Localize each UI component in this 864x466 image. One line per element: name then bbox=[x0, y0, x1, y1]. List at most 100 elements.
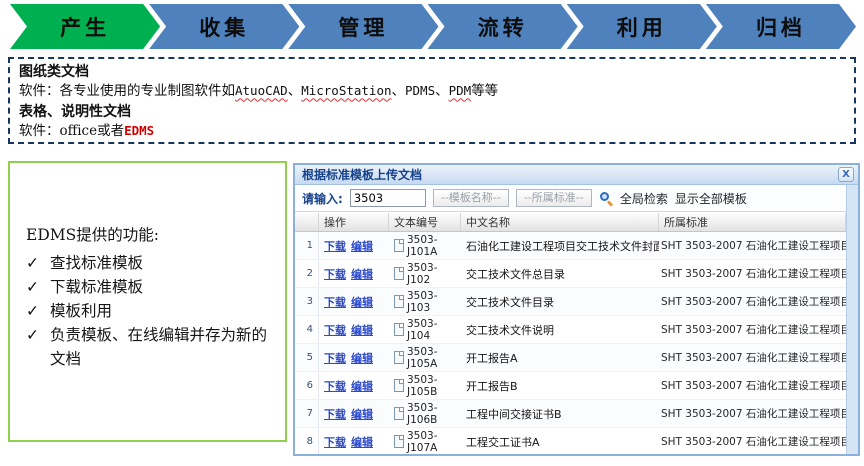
table-header-row: 操作 文本编号 中文名称 所属标准 bbox=[295, 213, 846, 232]
doc-type-heading-tables: 表格、说明性文档 bbox=[19, 102, 845, 122]
row-standard: SHT 3503-2007 石油化工建设工程项目交工… bbox=[659, 406, 846, 421]
row-number: 7 bbox=[295, 400, 319, 427]
download-link[interactable]: 下载 bbox=[324, 378, 346, 394]
edit-link[interactable]: 编辑 bbox=[351, 294, 373, 310]
software-name-pdm: PDM bbox=[449, 83, 472, 98]
template-name-dropdown[interactable]: --模板名称-- bbox=[433, 189, 509, 207]
edms-highlight: EDMS bbox=[124, 123, 154, 138]
edit-link[interactable]: 编辑 bbox=[351, 266, 373, 282]
separator: 、 bbox=[435, 83, 449, 99]
checkmark-icon: ✓ bbox=[26, 323, 50, 371]
edit-link[interactable]: 编辑 bbox=[351, 406, 373, 422]
flow-step-label: 归档 bbox=[756, 12, 806, 42]
dialog-titlebar: 根据标准模板上传文档 X bbox=[295, 165, 858, 185]
row-operations: 下载 编辑 bbox=[319, 294, 389, 310]
row-operations: 下载 编辑 bbox=[319, 238, 389, 254]
download-link[interactable]: 下载 bbox=[324, 350, 346, 366]
doc-code-text: 3503-J105B bbox=[407, 374, 461, 398]
row-number: 2 bbox=[295, 260, 319, 287]
template-table: 操作 文本编号 中文名称 所属标准 1 下载 编辑 3503-J101A 石 bbox=[295, 213, 846, 454]
row-operations: 下载 编辑 bbox=[319, 350, 389, 366]
features-list: ✓ 查找标准模板 ✓ 下载标准模板 ✓ 模板利用 ✓ 负责模板、在线编辑并存为新… bbox=[26, 251, 275, 371]
table-row: 7 下载 编辑 3503-J106B 工程中间交接证书B SHT 3503-20… bbox=[295, 400, 846, 428]
table-body: 1 下载 编辑 3503-J101A 石油化工建设工程项目交工技术文件封面A S… bbox=[295, 232, 846, 454]
row-standard: SHT 3503-2007 石油化工建设工程项目交工… bbox=[659, 238, 846, 253]
row-standard: SHT 3503-2007 石油化工建设工程项目交工… bbox=[659, 378, 846, 393]
feature-item-label: 负责模板、在线编辑并存为新的文档 bbox=[50, 323, 275, 371]
checkmark-icon: ✓ bbox=[26, 299, 50, 323]
header-rownum bbox=[295, 213, 319, 231]
header-chinese-name: 中文名称 bbox=[461, 213, 659, 231]
row-doc-code: 3503-J103 bbox=[389, 290, 461, 314]
search-input-label: 请输入: bbox=[302, 190, 343, 207]
row-chinese-name: 交工技术文件说明 bbox=[461, 322, 659, 338]
feature-item: ✓ 下载标准模板 bbox=[26, 275, 275, 299]
document-icon bbox=[394, 323, 404, 336]
download-link[interactable]: 下载 bbox=[324, 406, 346, 422]
software-name-atuocad: AtuoCAD bbox=[235, 83, 288, 98]
row-chinese-name: 工程交工证书A bbox=[461, 434, 659, 450]
feature-item-label: 模板利用 bbox=[50, 299, 112, 323]
row-number: 6 bbox=[295, 372, 319, 399]
row-doc-code: 3503-J106B bbox=[389, 402, 461, 426]
flow-step-label: 利用 bbox=[617, 12, 667, 42]
row-chinese-name: 交工技术文件总目录 bbox=[461, 266, 659, 282]
doc-code-text: 3503-J104 bbox=[407, 318, 461, 342]
row-standard: SHT 3503-2007 石油化工建设工程项目交工… bbox=[659, 294, 846, 309]
feature-item: ✓ 查找标准模板 bbox=[26, 251, 275, 275]
software-line-prefix: 软件：各专业使用的专业制图软件如 bbox=[19, 83, 235, 99]
document-icon bbox=[394, 267, 404, 280]
flow-step-label: 产生 bbox=[60, 12, 110, 42]
download-link[interactable]: 下载 bbox=[324, 238, 346, 254]
row-number: 5 bbox=[295, 344, 319, 371]
feature-item: ✓ 模板利用 bbox=[26, 299, 275, 323]
edit-link[interactable]: 编辑 bbox=[351, 238, 373, 254]
row-operations: 下载 编辑 bbox=[319, 322, 389, 338]
download-link[interactable]: 下载 bbox=[324, 322, 346, 338]
features-title: EDMS提供的功能: bbox=[26, 223, 275, 245]
upload-template-dialog: 根据标准模板上传文档 X 请输入: --模板名称-- --所属标准-- 全局检索… bbox=[293, 163, 860, 456]
standard-dropdown[interactable]: --所属标准-- bbox=[516, 189, 592, 207]
global-search-button[interactable]: 全局检索 bbox=[620, 190, 668, 207]
row-chinese-name: 开工报告A bbox=[461, 350, 659, 366]
row-number: 3 bbox=[295, 288, 319, 315]
office-line-prefix: 软件：office或者 bbox=[19, 123, 124, 139]
header-operation: 操作 bbox=[319, 213, 389, 231]
search-input[interactable] bbox=[350, 189, 426, 207]
row-doc-code: 3503-J102 bbox=[389, 262, 461, 286]
vertical-scrollbar[interactable] bbox=[846, 185, 858, 454]
search-icon[interactable] bbox=[599, 191, 613, 205]
header-doc-code: 文本编号 bbox=[389, 213, 461, 231]
software-name-microstation: MicroStation bbox=[301, 83, 391, 98]
edit-link[interactable]: 编辑 bbox=[351, 378, 373, 394]
download-link[interactable]: 下载 bbox=[324, 266, 346, 282]
feature-item-label: 查找标准模板 bbox=[50, 251, 143, 275]
flow-step-chevron: 产生 bbox=[10, 4, 160, 49]
download-link[interactable]: 下载 bbox=[324, 294, 346, 310]
row-operations: 下载 编辑 bbox=[319, 434, 389, 450]
row-doc-code: 3503-J107A bbox=[389, 430, 461, 454]
edit-link[interactable]: 编辑 bbox=[351, 350, 373, 366]
edit-link[interactable]: 编辑 bbox=[351, 434, 373, 450]
table-row: 6 下载 编辑 3503-J105B 开工报告B SHT 3503-2007 石… bbox=[295, 372, 846, 400]
row-doc-code: 3503-J101A bbox=[389, 234, 461, 258]
row-operations: 下载 编辑 bbox=[319, 266, 389, 282]
flow-step-chevron: 利用 bbox=[567, 4, 717, 49]
doc-code-text: 3503-J106B bbox=[407, 402, 461, 426]
edit-link[interactable]: 编辑 bbox=[351, 322, 373, 338]
close-icon[interactable]: X bbox=[838, 167, 854, 182]
header-standard: 所属标准 bbox=[659, 213, 846, 231]
document-icon bbox=[394, 407, 404, 420]
flow-step-chevron: 收集 bbox=[149, 4, 299, 49]
flow-step-label: 管理 bbox=[338, 12, 388, 42]
download-link[interactable]: 下载 bbox=[324, 434, 346, 450]
doc-type-office-line: 软件：office或者EDMS bbox=[19, 122, 845, 142]
show-all-templates-button[interactable]: 显示全部模板 bbox=[675, 190, 747, 207]
document-icon bbox=[394, 351, 404, 364]
table-row: 5 下载 编辑 3503-J105A 开工报告A SHT 3503-2007 石… bbox=[295, 344, 846, 372]
row-doc-code: 3503-J104 bbox=[389, 318, 461, 342]
row-standard: SHT 3503-2007 石油化工建设工程项目交工… bbox=[659, 434, 846, 449]
doc-code-text: 3503-J103 bbox=[407, 290, 461, 314]
table-row: 3 下载 编辑 3503-J103 交工技术文件目录 SHT 3503-2007… bbox=[295, 288, 846, 316]
row-doc-code: 3503-J105A bbox=[389, 346, 461, 370]
